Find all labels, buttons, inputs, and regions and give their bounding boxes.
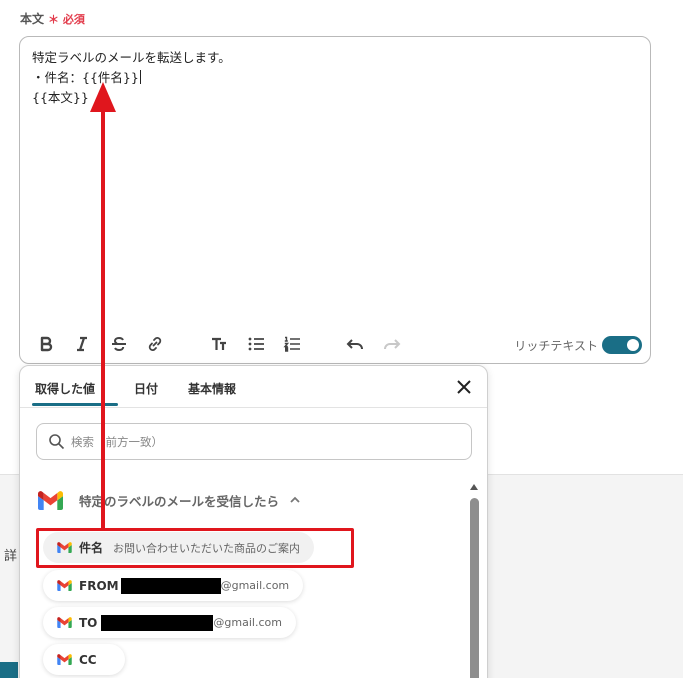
variable-picker-panel: 取得した値 日付 基本情報 特定のラベルのメールを受信したら 件名 お問い合わせ… — [19, 365, 488, 678]
gmail-icon — [57, 542, 72, 553]
editor-line-1: 特定ラベルのメールを転送します。 — [32, 50, 231, 65]
text-format-icon — [212, 337, 226, 350]
variable-item-subject[interactable]: 件名 お問い合わせいただいた商品のご案内 — [43, 532, 315, 563]
bottom-left-accent — [0, 662, 18, 678]
bold-icon — [40, 336, 53, 352]
gmail-icon — [57, 617, 72, 628]
variable-value: お問い合わせいただいた商品のご案内 — [113, 541, 301, 555]
italic-icon — [77, 336, 87, 352]
variable-value-domain: @gmail.com — [213, 616, 282, 629]
rich-text-label: リッチテキスト — [514, 339, 598, 353]
search-icon — [48, 433, 65, 450]
variable-item-cc[interactable]: CC — [43, 644, 125, 675]
tab-basic-info[interactable]: 基本情報 — [188, 380, 236, 397]
redaction-bar — [120, 577, 221, 594]
scroll-up-arrow-icon[interactable] — [469, 482, 479, 492]
text-format-button[interactable] — [207, 333, 231, 355]
strikethrough-button[interactable] — [107, 333, 131, 355]
body-label-text: 本文 — [20, 12, 45, 26]
variable-name: FROM — [79, 578, 119, 593]
trigger-section-header[interactable]: 特定のラベルのメールを受信したら — [38, 488, 301, 512]
required-asterisk: ＊ — [48, 13, 60, 26]
variable-value: @gmail.com — [101, 614, 282, 631]
toggle-knob — [627, 339, 639, 351]
chevron-up-icon — [290, 496, 300, 503]
bullet-list-icon — [248, 337, 264, 351]
redo-icon — [384, 339, 401, 350]
numbered-list-button[interactable] — [280, 333, 304, 355]
required-text: 必須 — [62, 13, 85, 26]
scrollbar[interactable] — [469, 482, 479, 678]
close-icon — [457, 380, 471, 394]
variable-value-domain: @gmail.com — [220, 579, 290, 592]
variable-name: TO — [79, 615, 98, 630]
gmail-icon — [57, 580, 72, 591]
redaction-bar — [101, 614, 214, 631]
link-button[interactable] — [143, 333, 167, 355]
undo-icon — [346, 339, 363, 350]
editor-line-3: {{本文}} — [32, 90, 89, 105]
variable-value: @gmail.com — [120, 577, 290, 594]
picker-tabs: 取得した値 日付 基本情報 — [20, 366, 487, 408]
editor-line-2: ・件名：{{件名}} — [32, 68, 638, 88]
text-caret — [139, 70, 141, 84]
scroll-thumb[interactable] — [470, 498, 479, 678]
close-button[interactable] — [453, 376, 475, 398]
active-tab-indicator — [32, 403, 118, 406]
gmail-icon — [38, 490, 63, 510]
gmail-icon — [57, 654, 72, 665]
section-title: 特定のラベルのメールを受信したら — [79, 493, 280, 509]
editor-content[interactable]: 特定ラベルのメールを転送します。 ・件名：{{件名}} {{本文}} — [32, 48, 638, 108]
details-label-partial: 詳 — [4, 549, 18, 564]
body-editor[interactable]: 特定ラベルのメールを転送します。 ・件名：{{件名}} {{本文}} リッチテキ… — [19, 36, 651, 364]
editor-toolbar: リッチテキスト — [20, 325, 650, 363]
search-input[interactable] — [71, 431, 451, 453]
redo-button[interactable] — [380, 333, 404, 355]
italic-button[interactable] — [70, 333, 94, 355]
required-badge: ＊ 必須 — [48, 13, 85, 26]
strikethrough-icon — [112, 336, 126, 352]
variable-item-to[interactable]: TO @gmail.com — [43, 607, 296, 638]
bullet-list-button[interactable] — [244, 333, 268, 355]
body-field-label: 本文＊ 必須 — [20, 10, 85, 27]
link-icon — [148, 337, 162, 351]
undo-button[interactable] — [343, 333, 367, 355]
bold-button[interactable] — [34, 333, 58, 355]
variable-name: CC — [79, 652, 97, 667]
rich-text-toggle[interactable] — [602, 336, 642, 354]
variable-item-from[interactable]: FROM @gmail.com — [43, 570, 304, 601]
variable-name: 件名 — [79, 541, 104, 555]
numbered-list-icon — [283, 336, 300, 352]
editor-line-2-text: ・件名：{{件名}} — [32, 70, 139, 85]
tab-obtained-values[interactable]: 取得した値 — [35, 380, 95, 397]
search-box — [36, 423, 472, 460]
tab-date[interactable]: 日付 — [134, 380, 158, 397]
